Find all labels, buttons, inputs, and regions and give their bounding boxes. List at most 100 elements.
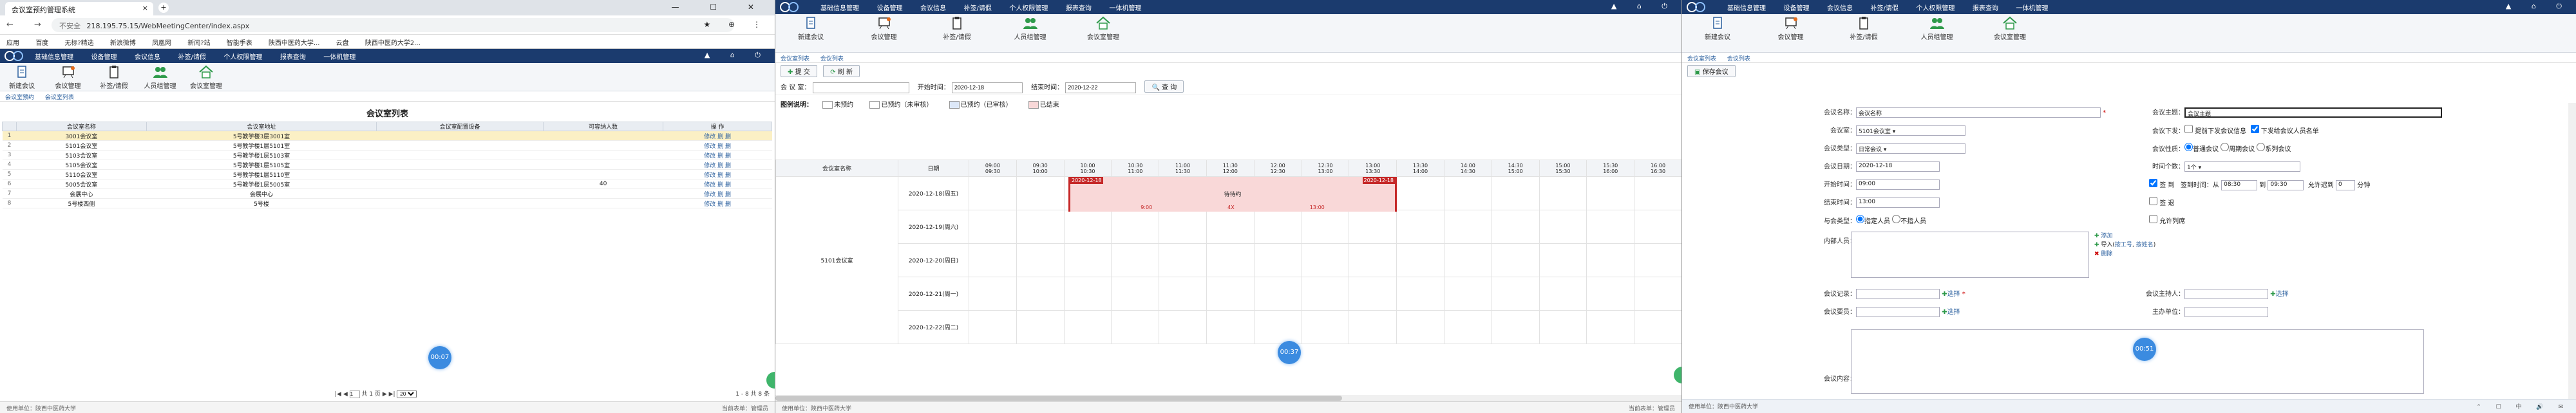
room-select[interactable]: 5101会议室 ▾	[1856, 125, 1965, 136]
bookmark[interactable]: 新闻?站	[187, 40, 210, 47]
notify-members-checkbox[interactable]	[2250, 125, 2259, 133]
sign-out-checkbox[interactable]	[2149, 197, 2157, 205]
toolbar-room-manage[interactable]: 会议室管理	[1068, 14, 1139, 41]
time-slot-cell[interactable]	[1586, 176, 1635, 210]
column-header[interactable]: 会议室地址	[146, 122, 377, 131]
floating-help-icon[interactable]	[1674, 367, 1681, 383]
time-slot-cell[interactable]	[1016, 243, 1065, 277]
row-actions[interactable]: 修改 删 删	[663, 169, 772, 179]
toolbar-room-manage[interactable]: 会议室管理	[1975, 14, 2045, 41]
menu-item[interactable]: 基础信息管理	[35, 54, 73, 61]
row-actions[interactable]: 修改 删 删	[663, 140, 772, 151]
time-slot-cell[interactable]	[969, 176, 1017, 210]
time-slot-cell[interactable]	[1253, 243, 1302, 277]
menu-item[interactable]: 一体机管理	[323, 54, 355, 61]
time-slot-cell[interactable]	[1586, 243, 1635, 277]
import-member-button[interactable]: ✚ 导入(按工号, 按姓名)	[2094, 241, 2155, 250]
time-slot-cell[interactable]	[969, 277, 1017, 311]
meeting-subject-input[interactable]: 会议主题	[2184, 107, 2442, 118]
host-input[interactable]	[2184, 289, 2268, 299]
leader-choose-button[interactable]: ✚选择	[1942, 309, 1960, 316]
booking-block[interactable]: 2020-12-18 2020-12-18 待待约 9:00 4X 13:00	[1068, 177, 1397, 212]
slot-select[interactable]: 1个 ▾	[2184, 161, 2300, 172]
time-slot-cell[interactable]	[1634, 243, 1681, 277]
toolbar-new-meeting[interactable]: 新建会议	[1682, 14, 1753, 41]
end-date-input[interactable]	[1065, 82, 1137, 93]
time-slot-cell[interactable]	[1301, 243, 1350, 277]
notify-early-checkbox[interactable]	[2184, 125, 2193, 133]
bookmark[interactable]: 凤凰网	[152, 40, 171, 47]
type-select[interactable]: 日常会议 ▾	[1856, 143, 1965, 154]
nature-series-radio[interactable]	[2257, 143, 2266, 151]
time-slot-cell[interactable]	[1206, 210, 1255, 244]
table-row[interactable]: 2 5101会议室 5号教学楼1层5101室 修改 删 删	[2, 140, 772, 151]
time-slot-cell[interactable]	[1634, 310, 1681, 344]
user-home-power-icon[interactable]: ▲ ⌂ ⏻	[705, 51, 770, 60]
time-slot-cell[interactable]	[1159, 243, 1207, 277]
menu-item[interactable]: 报表查询	[280, 54, 306, 61]
nature-normal-radio[interactable]	[2184, 143, 2193, 151]
time-slot-cell[interactable]	[1349, 277, 1397, 311]
time-slot-cell[interactable]	[1396, 243, 1444, 277]
toolbar-group-manage[interactable]: 人员组管理	[995, 14, 1066, 41]
timer-bubble[interactable]: 00:37	[1278, 341, 1301, 364]
vertical-scrollbar[interactable]	[2568, 103, 2576, 399]
menu-item[interactable]: 个人权限管理	[223, 54, 262, 61]
time-slot-cell[interactable]	[1016, 310, 1065, 344]
time-slot-cell[interactable]	[1539, 310, 1587, 344]
menu-item[interactable]: 设备管理	[877, 5, 903, 12]
breadcrumb-item[interactable]: 会议室列表	[1687, 56, 1716, 62]
time-slot-cell[interactable]	[1396, 310, 1444, 344]
last-page-icon[interactable]: ▶ ▶|	[383, 391, 397, 398]
time-slot-cell[interactable]	[1491, 310, 1540, 344]
toolbar-group-manage[interactable]: 人员组管理	[1902, 14, 1973, 41]
sign-from-input[interactable]: 08:30	[2221, 180, 2258, 190]
menu-item[interactable]: 基础信息管理	[820, 5, 859, 12]
menu-item[interactable]: 报表查询	[1973, 5, 1998, 12]
row-actions[interactable]: 修改 删 删	[663, 198, 772, 208]
time-slot-cell[interactable]	[1396, 176, 1444, 210]
table-row[interactable]: 4 5105会议室 5号教学楼1层5105室 修改 删 删	[2, 160, 772, 170]
meeting-name-input[interactable]: 会议名称	[1856, 107, 2101, 118]
breadcrumb-item[interactable]: 会议列表	[820, 56, 844, 62]
menu-item[interactable]: 一体机管理	[1109, 5, 1141, 12]
time-slot-cell[interactable]	[969, 310, 1017, 344]
time-slot-cell[interactable]	[1586, 210, 1635, 244]
time-slot-cell[interactable]	[1634, 210, 1681, 244]
toolbar-meeting-manage[interactable]: 会议管理	[1756, 14, 1826, 41]
page-number-input[interactable]	[349, 390, 360, 398]
time-slot-cell[interactable]	[969, 210, 1017, 244]
time-slot-cell[interactable]	[1349, 310, 1397, 344]
time-slot-cell[interactable]	[1063, 243, 1112, 277]
time-slot-cell[interactable]	[1111, 210, 1160, 244]
scrollbar-thumb[interactable]	[775, 396, 1342, 401]
menu-item[interactable]: 设备管理	[1784, 5, 1810, 12]
horizontal-scrollbar[interactable]	[775, 395, 1681, 401]
import-by-id-link[interactable]: 按工号	[2115, 242, 2132, 248]
room-filter-input[interactable]	[812, 82, 909, 93]
menu-item[interactable]: 补签/请假	[178, 54, 206, 61]
sign-to-input[interactable]: 09:30	[2268, 180, 2304, 190]
search-button[interactable]: 🔍 查 询	[1144, 80, 1184, 93]
bookmark[interactable]: 应用	[6, 40, 19, 47]
column-header[interactable]: 会议室配置设备	[376, 122, 544, 131]
table-row[interactable]: 5 5110会议室 5号教学楼1层5110室 修改 删 删	[2, 169, 772, 179]
start-date-input[interactable]	[951, 82, 1023, 93]
menu-item[interactable]: 补签/请假	[1871, 5, 1899, 12]
time-slot-cell[interactable]	[1063, 210, 1112, 244]
bookmark[interactable]: 新浪微博	[110, 40, 136, 47]
first-page-icon[interactable]: |◀ ◀	[335, 391, 350, 398]
new-tab-button[interactable]: +	[158, 3, 169, 13]
user-home-power-icon[interactable]: ▲ ⌂ ⏻	[1611, 2, 1676, 11]
browser-tab[interactable]: 会议室预约管理系统 ×	[5, 2, 153, 15]
time-slot-cell[interactable]	[1491, 210, 1540, 244]
menu-item[interactable]: 会议信息	[135, 54, 160, 61]
menu-item[interactable]: 会议信息	[1827, 5, 1853, 12]
host-choose-button[interactable]: ✚选择	[2270, 291, 2288, 298]
time-slot-cell[interactable]	[1111, 277, 1160, 311]
menu-item[interactable]: 个人权限管理	[1009, 5, 1048, 12]
timer-bubble[interactable]: 00:07	[428, 346, 451, 369]
add-member-button[interactable]: ✚ 添加	[2094, 232, 2155, 241]
content-textarea[interactable]	[1851, 329, 2424, 394]
time-slot-cell[interactable]	[1349, 243, 1397, 277]
